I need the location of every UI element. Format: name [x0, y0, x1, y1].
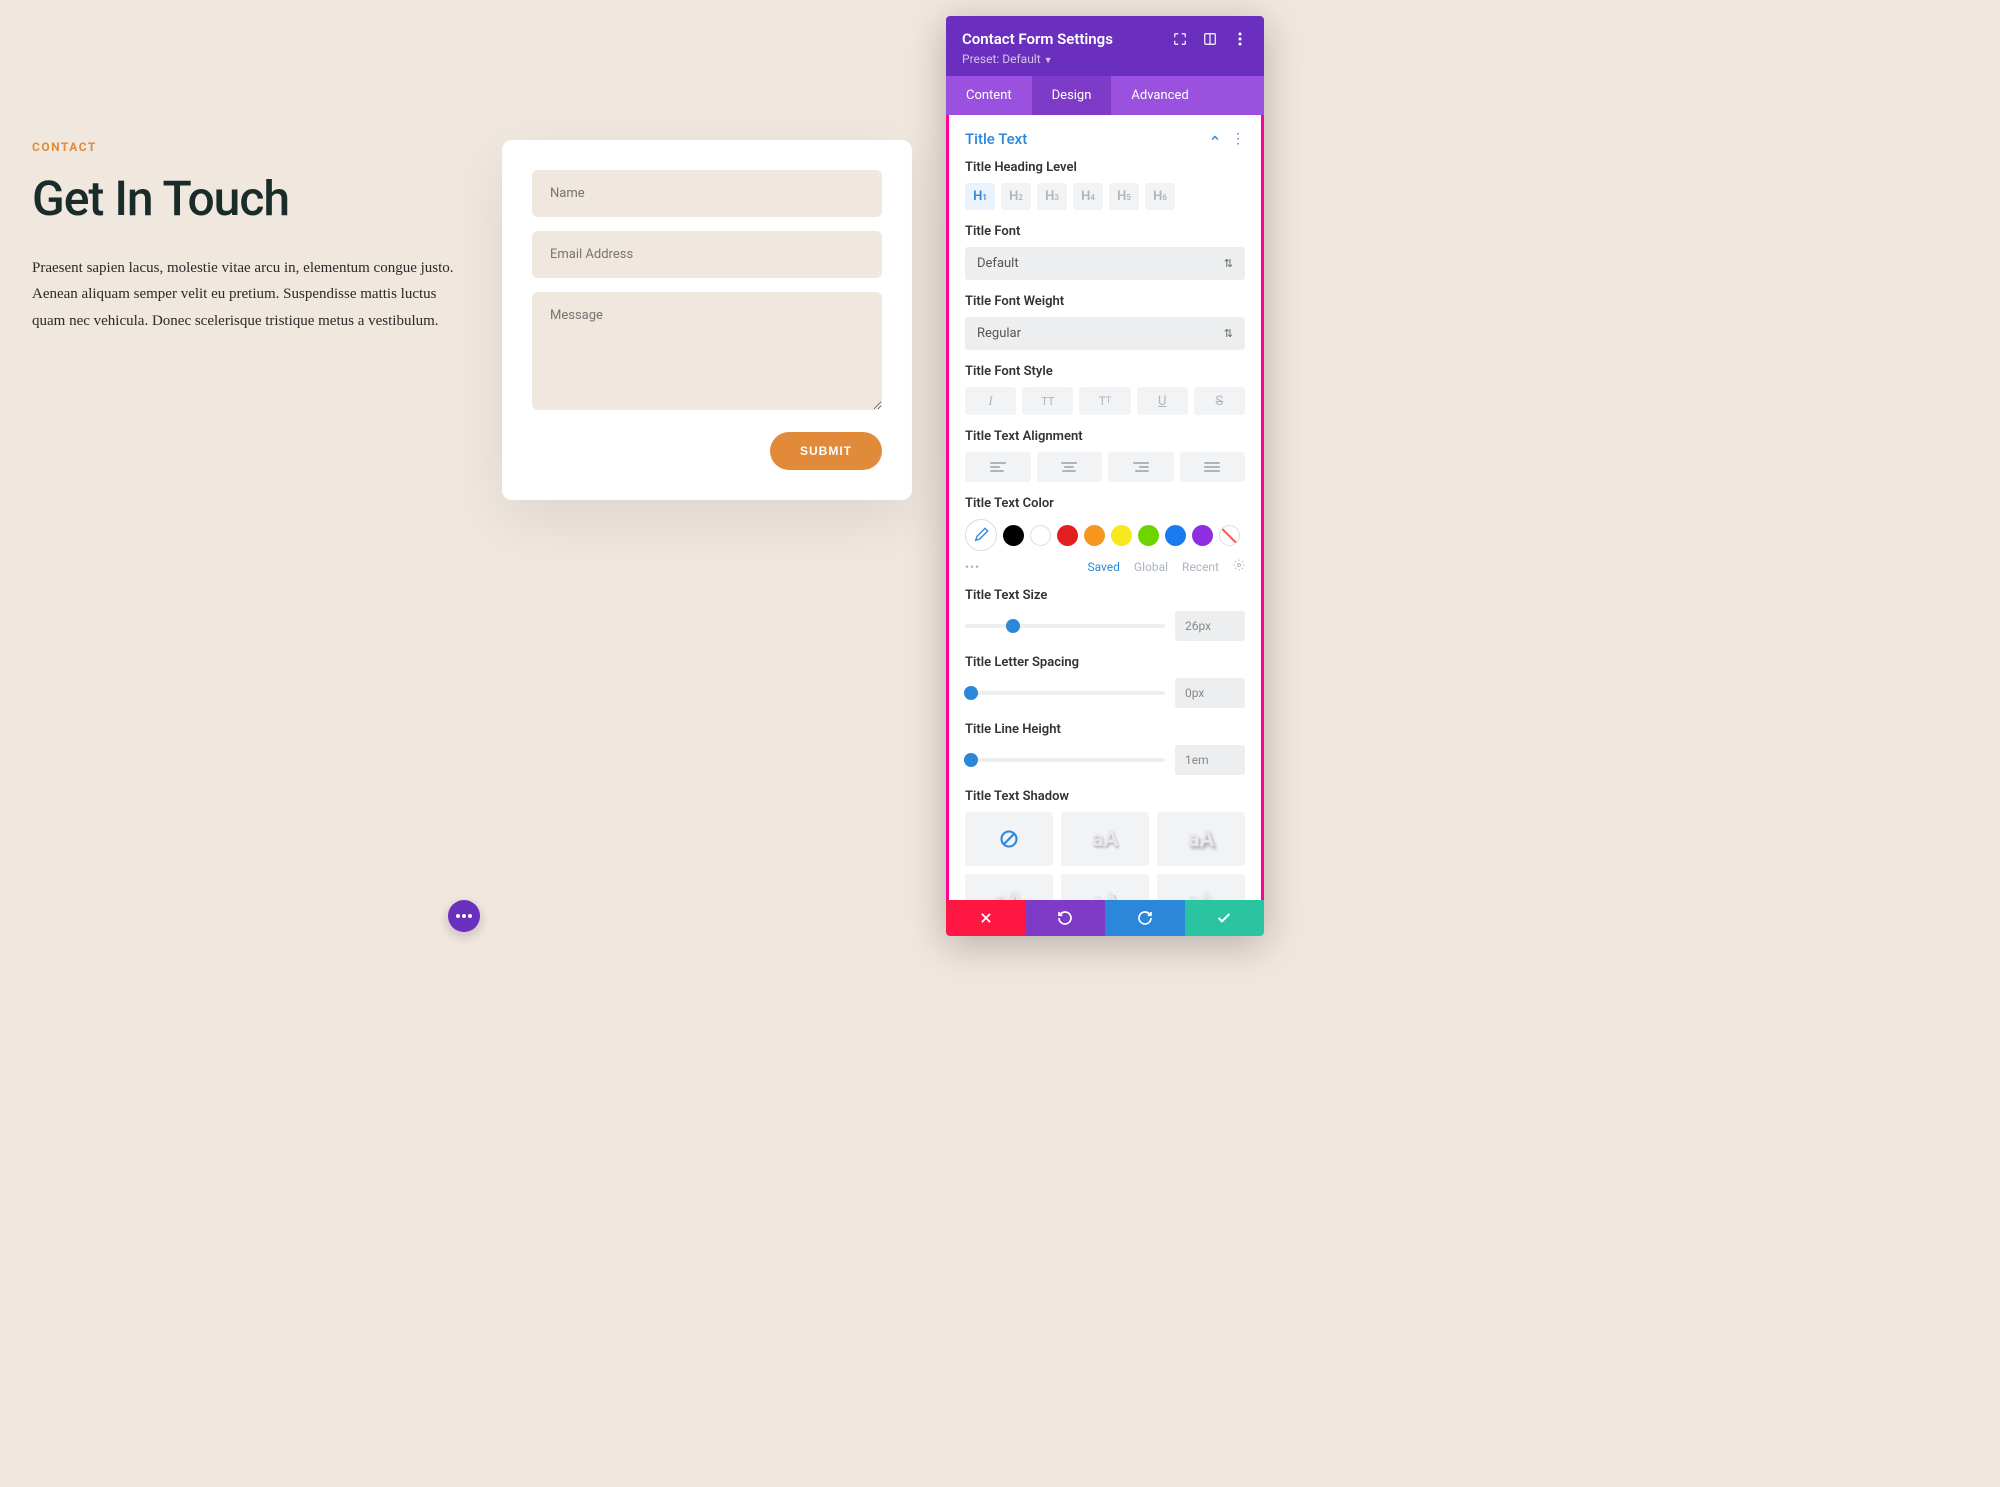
letter-spacing-label: Title Letter Spacing	[965, 655, 1245, 670]
page-body-text: Praesent sapien lacus, molestie vitae ar…	[32, 255, 462, 334]
color-picker-icon[interactable]	[965, 519, 997, 551]
contact-eyebrow: CONTACT	[32, 140, 462, 154]
preset-selector[interactable]: Preset: Default ▼	[962, 52, 1248, 66]
heading-level-h4[interactable]: H4	[1073, 183, 1103, 210]
section-menu-icon[interactable]: ⋮	[1231, 131, 1245, 147]
line-height-value[interactable]: 1em	[1175, 745, 1245, 775]
color-swatch[interactable]	[1057, 525, 1078, 546]
italic-button[interactable]: I	[965, 387, 1016, 415]
letter-spacing-slider[interactable]	[965, 691, 1165, 695]
color-tab-saved[interactable]: Saved	[1087, 560, 1119, 574]
align-center-button[interactable]	[1037, 452, 1103, 482]
color-swatch[interactable]	[1111, 525, 1132, 546]
redo-button[interactable]	[1105, 900, 1185, 936]
tab-content[interactable]: Content	[946, 76, 1032, 115]
save-button[interactable]	[1185, 900, 1265, 936]
underline-button[interactable]: U	[1137, 387, 1188, 415]
color-settings-icon[interactable]	[1233, 559, 1245, 574]
email-input[interactable]	[532, 231, 882, 278]
submit-button[interactable]: SUBMIT	[770, 432, 882, 470]
shadow-preset-2[interactable]: aA	[1157, 812, 1245, 866]
text-shadow-label: Title Text Shadow	[965, 789, 1245, 804]
panel-header: Contact Form Settings Preset: Default ▼	[946, 16, 1264, 76]
title-font-label: Title Font	[965, 224, 1245, 239]
message-textarea[interactable]	[532, 292, 882, 410]
text-size-slider[interactable]	[965, 624, 1165, 628]
shadow-preset-4[interactable]: aA	[1061, 874, 1149, 900]
color-tab-global[interactable]: Global	[1134, 560, 1168, 574]
kebab-menu-icon[interactable]	[1232, 31, 1248, 47]
settings-panel: Contact Form Settings Preset: Default ▼ …	[946, 16, 1264, 936]
line-height-slider[interactable]	[965, 758, 1165, 762]
collapse-section-icon[interactable]	[1209, 129, 1221, 148]
text-color-label: Title Text Color	[965, 496, 1245, 511]
heading-level-h3[interactable]: H3	[1037, 183, 1067, 210]
strikethrough-button[interactable]: S	[1194, 387, 1245, 415]
text-size-value[interactable]: 26px	[1175, 611, 1245, 641]
heading-level-h5[interactable]: H5	[1109, 183, 1139, 210]
color-swatch[interactable]	[1003, 525, 1024, 546]
shadow-preset-3[interactable]: aA	[965, 874, 1053, 900]
align-right-button[interactable]	[1108, 452, 1174, 482]
expand-icon[interactable]	[1172, 31, 1188, 47]
alignment-label: Title Text Alignment	[965, 429, 1245, 444]
color-swatch-transparent[interactable]	[1219, 525, 1240, 546]
color-swatch[interactable]	[1138, 525, 1159, 546]
panel-footer	[946, 900, 1264, 936]
shadow-preset-1[interactable]: aA	[1061, 812, 1149, 866]
shadow-preset-none[interactable]	[965, 812, 1053, 866]
heading-level-h2[interactable]: H2	[1001, 183, 1031, 210]
panel-tabs: Content Design Advanced	[946, 76, 1264, 115]
tab-advanced[interactable]: Advanced	[1111, 76, 1208, 115]
font-style-label: Title Font Style	[965, 364, 1245, 379]
font-weight-select[interactable]: Regular ⇅	[965, 317, 1245, 350]
heading-level-h1[interactable]: H1	[965, 183, 995, 210]
title-font-select[interactable]: Default ⇅	[965, 247, 1245, 280]
font-weight-label: Title Font Weight	[965, 294, 1245, 309]
letter-spacing-value[interactable]: 0px	[1175, 678, 1245, 708]
panel-title: Contact Form Settings	[962, 30, 1113, 48]
color-more-icon[interactable]: •••	[965, 560, 980, 574]
text-size-label: Title Text Size	[965, 588, 1245, 603]
color-tab-recent[interactable]: Recent	[1182, 560, 1219, 574]
align-justify-button[interactable]	[1180, 452, 1246, 482]
color-swatch[interactable]	[1084, 525, 1105, 546]
color-swatch[interactable]	[1192, 525, 1213, 546]
align-left-button[interactable]	[965, 452, 1031, 482]
page-title: Get In Touch	[32, 170, 462, 227]
name-input[interactable]	[532, 170, 882, 217]
uppercase-button[interactable]: TT	[1022, 387, 1073, 415]
line-height-label: Title Line Height	[965, 722, 1245, 737]
shadow-preset-5[interactable]: aA	[1157, 874, 1245, 900]
panel-layout-icon[interactable]	[1202, 31, 1218, 47]
tab-design[interactable]: Design	[1032, 76, 1112, 115]
color-swatch[interactable]	[1165, 525, 1186, 546]
smallcaps-button[interactable]: TT	[1079, 387, 1130, 415]
cancel-button[interactable]	[946, 900, 1026, 936]
contact-form-card: SUBMIT	[502, 140, 912, 500]
heading-level-label: Title Heading Level	[965, 160, 1245, 175]
heading-level-h6[interactable]: H6	[1145, 183, 1175, 210]
section-title-text[interactable]: Title Text	[965, 130, 1027, 148]
undo-button[interactable]	[1026, 900, 1106, 936]
color-swatch[interactable]	[1030, 525, 1051, 546]
fab-more-button[interactable]	[448, 900, 480, 932]
